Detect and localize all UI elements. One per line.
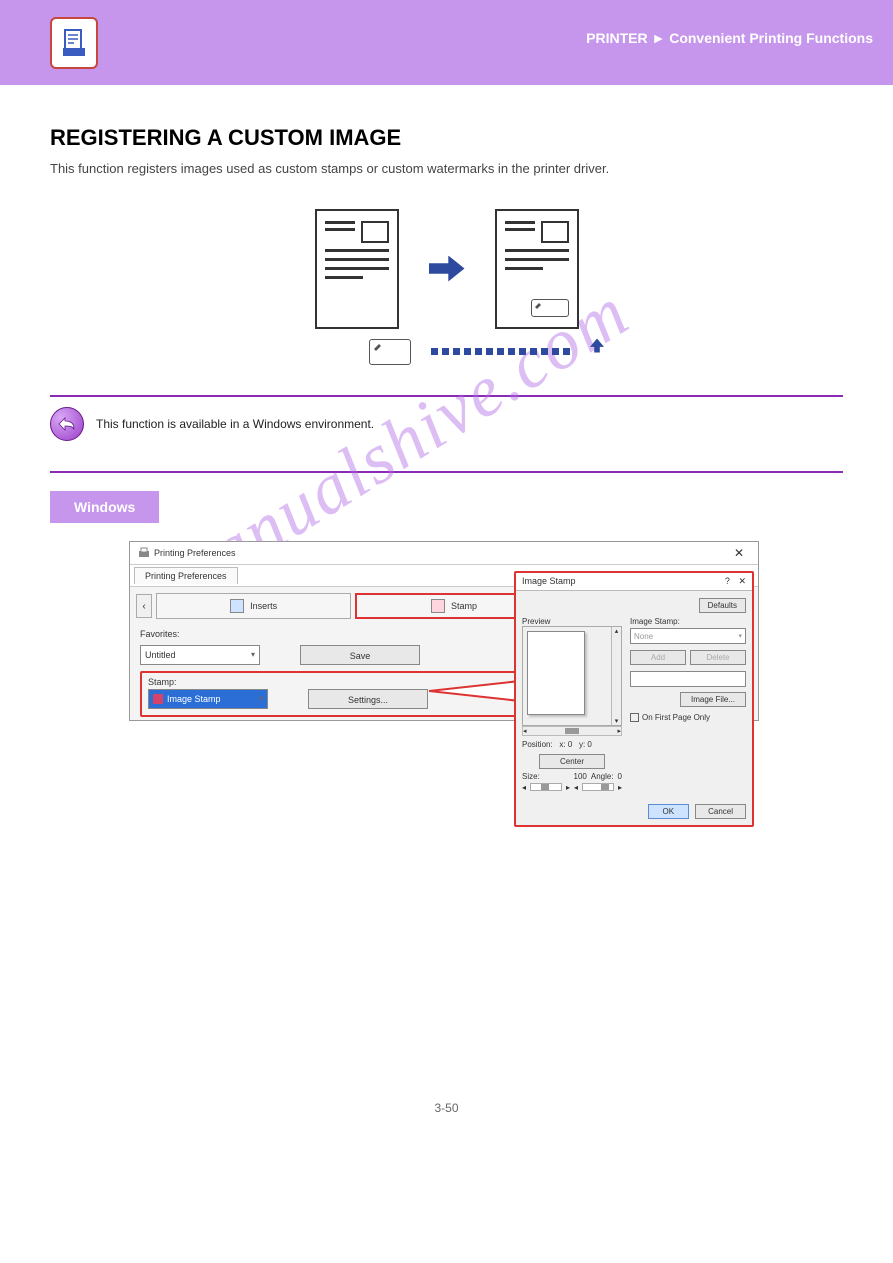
preview-page-icon: [527, 631, 585, 715]
page-number: 3-50: [50, 1101, 843, 1115]
window-titlebar: Printing Preferences ✕: [130, 542, 758, 565]
tab-inserts[interactable]: Inserts: [156, 593, 351, 619]
window-title: Printing Preferences: [138, 547, 236, 559]
size-slider[interactable]: [530, 783, 562, 791]
illustration: [50, 209, 843, 329]
divider-2: [50, 471, 843, 473]
first-page-checkbox-row[interactable]: On First Page Only: [630, 713, 746, 722]
help-icon[interactable]: ?: [725, 576, 730, 586]
close-icon[interactable]: ✕: [728, 546, 750, 560]
size-label: Size:: [522, 772, 540, 781]
note-row: This function is available in a Windows …: [50, 407, 843, 441]
header-app-icon: [50, 17, 98, 69]
save-button[interactable]: Save: [300, 645, 420, 665]
dotted-arrow-icon: [431, 348, 570, 355]
preview-vscroll[interactable]: ▴▾: [611, 627, 621, 725]
center-button[interactable]: Center: [539, 754, 605, 769]
arrow-right-icon: [429, 256, 465, 282]
image-stamp-dialog: Image Stamp ? ✕ Defaults Preview ▴▾: [514, 571, 754, 827]
stamp-dialog-titlebar: Image Stamp ? ✕: [516, 573, 752, 591]
divider: [50, 395, 843, 397]
windows-label: Windows: [50, 491, 159, 523]
page-content: manualshive.com REGISTERING A CUSTOM IMA…: [0, 85, 893, 1135]
stamp-dropdown[interactable]: Image Stamp: [148, 689, 268, 709]
add-button[interactable]: Add: [630, 650, 686, 665]
stamp-icon: [431, 599, 445, 613]
printer-icon: [138, 547, 150, 559]
image-file-button[interactable]: Image File...: [680, 692, 746, 707]
favorites-dropdown[interactable]: Untitled: [140, 645, 260, 665]
stamp-dialog-title: Image Stamp: [522, 576, 576, 586]
angle-value: 0: [618, 772, 622, 781]
settings-button[interactable]: Settings...: [308, 689, 428, 709]
header-title: PRINTER ► Convenient Printing Functions: [586, 30, 873, 46]
preview-label: Preview: [522, 617, 622, 626]
arrow-up-icon: [590, 339, 604, 353]
header-subcategory: Convenient Printing Functions: [669, 30, 873, 46]
preview-box: ▴▾: [522, 626, 622, 726]
size-value: 100: [544, 772, 587, 781]
stamp-source-icon: [369, 339, 411, 365]
angle-slider[interactable]: [582, 783, 614, 791]
header-bar: PRINTER ► Convenient Printing Functions: [0, 0, 893, 85]
ok-button[interactable]: OK: [648, 804, 690, 819]
page-description: This function registers images used as c…: [50, 159, 843, 179]
dialog-screenshot: Printing Preferences ✕ Printing Preferen…: [129, 541, 764, 721]
image-name-input[interactable]: [630, 671, 746, 687]
page-title: REGISTERING A CUSTOM IMAGE: [50, 125, 843, 151]
printer-doc-icon: [59, 28, 89, 58]
angle-label: Angle:: [591, 772, 614, 781]
note-text: This function is available in a Windows …: [96, 417, 374, 431]
preview-hscroll[interactable]: ◂▸: [522, 726, 622, 736]
header-category: PRINTER: [586, 30, 647, 46]
stamp-flow-row: [90, 339, 883, 365]
image-stamp-label: Image Stamp:: [630, 617, 746, 626]
close-icon[interactable]: ✕: [738, 576, 746, 586]
first-page-label: On First Page Only: [642, 713, 710, 722]
position-row: Position: x: 0 y: 0: [522, 740, 622, 749]
image-stamp-dropdown[interactable]: None: [630, 628, 746, 644]
tab-prev-button[interactable]: ‹: [136, 594, 152, 618]
defaults-button[interactable]: Defaults: [699, 598, 746, 613]
tab-printing-preferences[interactable]: Printing Preferences: [134, 567, 238, 584]
inserts-icon: [230, 599, 244, 613]
back-arrow-icon: [50, 407, 84, 441]
output-document-icon: [495, 209, 579, 329]
cancel-button[interactable]: Cancel: [695, 804, 746, 819]
source-document-icon: [315, 209, 399, 329]
checkbox-icon[interactable]: [630, 713, 639, 722]
delete-button[interactable]: Delete: [690, 650, 746, 665]
